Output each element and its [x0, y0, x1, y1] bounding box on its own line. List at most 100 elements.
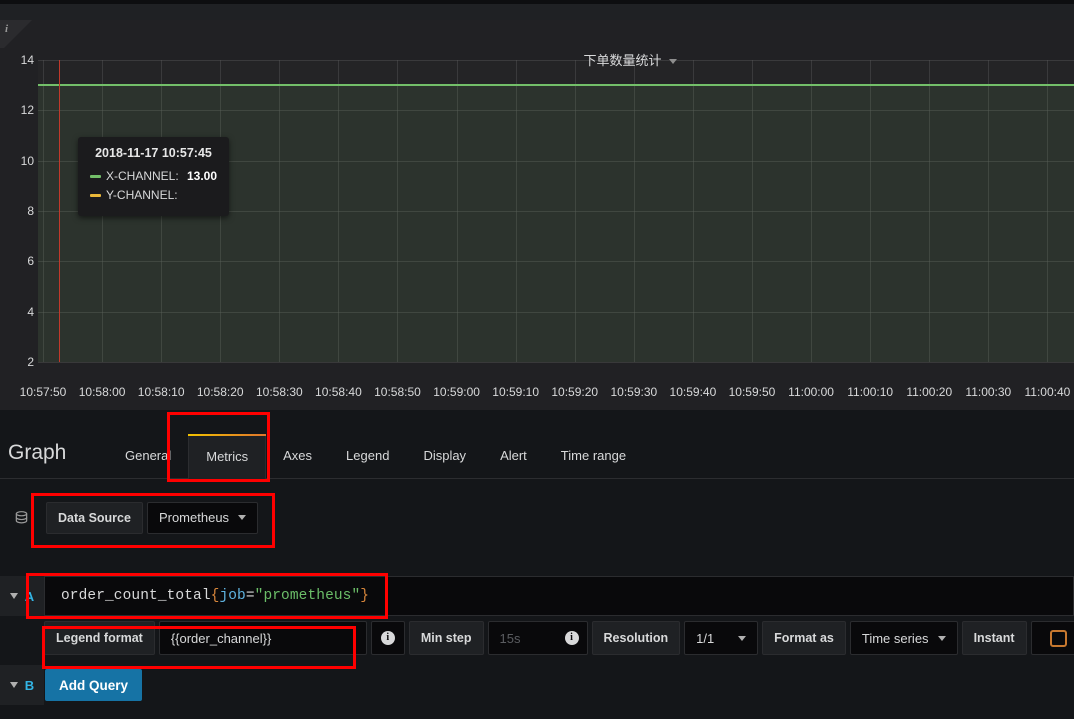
query-gutter-b[interactable]: B [0, 665, 44, 705]
y-axis-tick-label: 8 [27, 204, 34, 218]
series-line-x-channel [38, 84, 1074, 87]
top-strip-edge [0, 0, 1074, 4]
tab-legend[interactable]: Legend [329, 448, 406, 478]
x-axis-tick-label: 10:59:00 [433, 385, 480, 399]
min-step-input[interactable]: 15s i [487, 621, 588, 655]
x-axis-tick-label: 10:58:00 [78, 385, 126, 399]
panel-editor: Graph General Metrics Axes Legend Display Ale… [0, 410, 1074, 719]
min-step-label: Min step [408, 621, 484, 655]
x-axis-tick-label: 11:00:10 [847, 385, 894, 399]
info-icon: i [564, 631, 579, 645]
x-axis-tick-label: 10:59:40 [669, 385, 717, 399]
tooltip-series-swatch [90, 175, 101, 178]
tab-time-range[interactable]: Time range [544, 448, 643, 478]
legend-format-label: Legend format [44, 621, 155, 655]
x-axis-tick-label: 10:58:50 [374, 385, 421, 399]
tab-axes[interactable]: Axes [266, 448, 329, 478]
checkbox-icon [1050, 629, 1068, 647]
chevron-down-icon [238, 515, 247, 520]
graph-tooltip: 2018-11-17 10:57:45 X-CHANNEL: 13.00 Y-CHA… [78, 137, 229, 216]
y-axis-tick-label: 10 [20, 153, 34, 168]
format-as-select[interactable]: Time series [849, 621, 958, 655]
query-gutter-a[interactable]: A [0, 576, 44, 616]
format-as-label: Format as [762, 621, 846, 655]
query-ref-b: B [24, 677, 35, 693]
series-fill-x-channel [38, 85, 1074, 362]
query-metric-name: order_count_total [61, 588, 211, 604]
chevron-down-icon[interactable] [9, 593, 18, 599]
tab-general[interactable]: General [108, 448, 188, 478]
query-brace-close: } [360, 588, 370, 604]
tooltip-series-label: Y-CHANNEL: [106, 188, 178, 202]
chevron-down-icon [738, 635, 747, 641]
y-axis-tick-label: 4 [27, 304, 34, 319]
editor-tabbar: Graph General Metrics Axes Legend Display Ale… [0, 410, 1074, 479]
resolution-select[interactable]: 1/1 [684, 621, 759, 655]
x-axis-tick-label: 10:59:10 [492, 385, 540, 399]
add-query-button[interactable]: Add Query [45, 669, 143, 701]
x-axis-tick-label: 11:00:40 [1024, 385, 1071, 399]
grafana-graph-editor: i 下单数量统计 14 12 10 8 6 4 2 10:57:50 10:58:00 10:5… [0, 0, 1074, 719]
legend-format-value: {{order_channel}} [170, 630, 272, 646]
instant-checkbox[interactable] [1030, 621, 1074, 655]
y-axis-tick-label: 2 [27, 355, 34, 369]
tooltip-timestamp: 2018-11-17 10:57:45 [95, 146, 212, 160]
min-step-placeholder: 15s [499, 630, 521, 646]
query-options-row: Legend format {{order_channel}} i Min st… [44, 621, 1074, 655]
query-ref-a: A [24, 588, 35, 604]
x-axis-tick-label: 11:00:20 [906, 385, 953, 399]
query-brace-open: { [210, 588, 220, 604]
query-label-key: job [219, 588, 246, 604]
tab-display[interactable]: Display [406, 448, 483, 478]
resolution-value: 1/1 [696, 630, 715, 646]
x-axis-tick-label: 10:59:30 [610, 385, 658, 399]
editor-tabs: General Metrics Axes Legend Display Alert Time… [108, 410, 643, 479]
database-icon [10, 510, 32, 525]
y-axis-tick-label: 12 [20, 103, 34, 118]
x-axis-tick-label: 10:57:50 [19, 385, 67, 399]
tooltip-rows: X-CHANNEL: 13.00 Y-CHANNEL: [90, 167, 217, 205]
x-axis-tick-label: 10:58:30 [255, 385, 303, 399]
query-equals: = [245, 588, 255, 604]
y-axis-tick-label: 6 [27, 254, 34, 269]
editor-heading: Graph [8, 441, 67, 464]
graph-panel: i 下单数量统计 14 12 10 8 6 4 2 10:57:50 10:58:00 10:5… [0, 20, 1074, 424]
tooltip-row: X-CHANNEL: 13.00 [90, 167, 217, 186]
datasource-label: Data Source [46, 501, 143, 534]
query-row-b: B Add Query [0, 665, 1074, 705]
info-icon: i [380, 631, 395, 645]
info-icon: i [5, 23, 9, 35]
x-axis: 10:57:50 10:58:00 10:58:10 10:58:20 10:58:30… [20, 385, 1074, 403]
query-expression-input[interactable]: order_count_total{job = "prometheus"} [44, 576, 1074, 616]
format-as-value: Time series [861, 630, 929, 646]
x-axis-tick-label: 10:58:20 [196, 385, 244, 399]
resolution-label: Resolution [591, 621, 681, 655]
legend-format-info-button[interactable]: i [370, 621, 405, 655]
datasource-value: Prometheus [158, 510, 230, 525]
crosshair-line [59, 60, 60, 362]
top-strip [0, 0, 1074, 20]
panel-title[interactable]: 下单数量统计 [0, 50, 1074, 69]
x-axis-tick-label: 10:58:40 [315, 385, 362, 399]
x-axis-tick-label: 10:59:20 [551, 385, 599, 399]
panel-title-text: 下单数量统计 [583, 53, 662, 68]
tab-alert[interactable]: Alert [483, 448, 544, 478]
chevron-down-icon [937, 635, 946, 641]
x-axis-tick-label: 11:00:00 [788, 385, 834, 399]
chevron-down-icon[interactable] [9, 682, 18, 688]
x-axis-tick-label: 10:58:10 [137, 385, 185, 399]
tab-metrics[interactable]: Metrics [188, 434, 267, 479]
panel-info-corner[interactable]: i [0, 20, 32, 52]
tooltip-row: Y-CHANNEL: [90, 186, 217, 205]
x-axis-tick-label: 10:59:50 [728, 385, 776, 399]
query-row-a: A order_count_total{job = "prometheus"} [0, 576, 1074, 616]
query-label-value: "prometheus" [254, 588, 361, 604]
x-axis-tick-label: 11:00:30 [965, 385, 1012, 399]
tooltip-series-label: X-CHANNEL: [106, 169, 179, 183]
tooltip-series-swatch [90, 194, 101, 197]
chevron-down-icon [668, 59, 677, 65]
datasource-select[interactable]: Prometheus [146, 501, 259, 534]
datasource-row: Data Source Prometheus [0, 495, 1074, 540]
instant-label: Instant [961, 621, 1027, 655]
legend-format-input[interactable]: {{order_channel}} [158, 621, 367, 655]
